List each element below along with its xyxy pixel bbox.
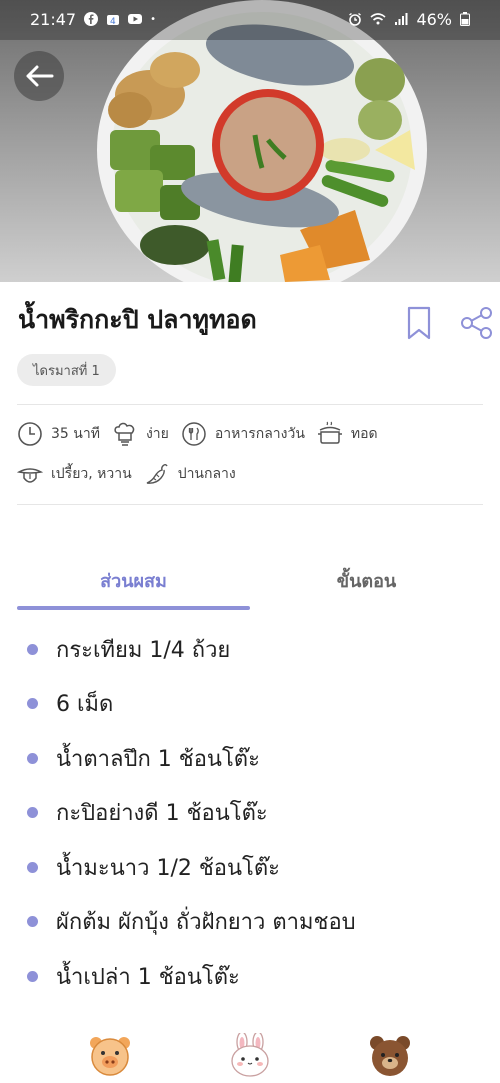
pig-face-icon[interactable] bbox=[88, 1033, 132, 1077]
meta-difficulty: ง่าย bbox=[112, 421, 169, 447]
ingredient-text: กระเทียม 1/4 ถ้วย bbox=[56, 637, 231, 663]
meta-spice-label: ปานกลาง bbox=[177, 466, 236, 482]
tag-chip[interactable]: ไดรมาสที่ 1 bbox=[17, 354, 116, 386]
meta-method-label: ทอด bbox=[350, 426, 378, 442]
battery-icon bbox=[460, 12, 470, 26]
meta-taste: เปรี้ยว, หวาน bbox=[17, 461, 132, 487]
meta-time: 35 นาที bbox=[17, 421, 100, 447]
cutlery-icon bbox=[182, 422, 206, 446]
meta-difficulty-label: ง่าย bbox=[145, 426, 169, 442]
alarm-icon bbox=[349, 12, 362, 26]
list-item: ผักต้ม ผักบุ้ง ถั่วฝักยาว ตามชอบ bbox=[0, 895, 500, 950]
meta-row-2: เปรี้ยว, หวาน ปานกลาง bbox=[17, 459, 236, 489]
list-item: กระเทียม 1/4 ถ้วย bbox=[0, 622, 500, 677]
share-icon bbox=[461, 307, 492, 339]
arrow-left-icon bbox=[26, 65, 54, 87]
pot-icon bbox=[317, 421, 342, 444]
bottom-sticker-bar bbox=[0, 1025, 500, 1083]
ingredient-text: กะปิอย่างดี 1 ช้อนโต๊ะ bbox=[56, 801, 268, 827]
chili-icon bbox=[146, 463, 168, 484]
ingredient-text: น้ำมะนาว 1/2 ช้อนโต๊ะ bbox=[56, 855, 280, 881]
tab-bar: ส่วนผสม ขั้นตอน bbox=[0, 555, 500, 611]
battery-percent: 46% bbox=[416, 9, 452, 29]
facebook-icon bbox=[84, 12, 99, 26]
bullet bbox=[27, 970, 38, 982]
bear-face-icon[interactable] bbox=[368, 1033, 412, 1077]
meta-method: ทอด bbox=[317, 421, 378, 447]
bookmark-icon bbox=[407, 306, 431, 340]
bullet bbox=[27, 752, 38, 764]
share-button[interactable] bbox=[460, 306, 494, 340]
list-item: น้ำมะนาว 1/2 ช้อนโต๊ะ bbox=[0, 840, 500, 895]
status-time: 21:47 bbox=[30, 9, 77, 29]
list-item: 6 เม็ด bbox=[0, 677, 500, 732]
ingredient-text: 6 เม็ด bbox=[56, 692, 114, 718]
notification-dot: • bbox=[150, 13, 157, 25]
bookmark-button[interactable] bbox=[404, 305, 434, 341]
meta-spice: ปานกลาง bbox=[144, 461, 236, 487]
meta-meal-label: อาหารกลางวัน bbox=[214, 426, 305, 442]
bullet bbox=[27, 807, 38, 819]
wifi-icon bbox=[370, 13, 386, 25]
ingredient-text: น้ำตาลปึก 1 ช้อนโต๊ะ bbox=[56, 746, 260, 772]
bullet bbox=[27, 643, 38, 655]
store-icon: 4 bbox=[107, 15, 120, 26]
chef-hat-icon bbox=[114, 422, 135, 446]
tab-active-indicator bbox=[17, 606, 250, 610]
youtube-icon bbox=[128, 14, 143, 24]
meta-time-label: 35 นาที bbox=[51, 426, 100, 442]
bullet bbox=[27, 698, 38, 710]
bunny-face-icon[interactable] bbox=[228, 1033, 272, 1077]
bullet bbox=[27, 861, 38, 873]
list-item: น้ำเปล่า 1 ช้อนโต๊ะ bbox=[0, 949, 500, 1004]
ingredient-list: กระเทียม 1/4 ถ้วย 6 เม็ด น้ำตาลปึก 1 ช้อ… bbox=[0, 622, 500, 1004]
recipe-hero-image bbox=[0, 0, 500, 282]
title-row: น้ำพริกกะปิ ปลาทูทอด bbox=[18, 300, 492, 341]
clock-icon bbox=[18, 422, 42, 446]
divider bbox=[17, 504, 483, 505]
tongue-icon bbox=[17, 468, 43, 483]
meta-taste-label: เปรี้ยว, หวาน bbox=[51, 466, 132, 482]
ingredient-text: ผักต้ม ผักบุ้ง ถั่วฝักยาว ตามชอบ bbox=[56, 910, 356, 936]
page-title: น้ำพริกกะปิ ปลาทูทอด bbox=[18, 305, 257, 334]
back-button[interactable] bbox=[14, 51, 64, 101]
ingredient-text: น้ำเปล่า 1 ช้อนโต๊ะ bbox=[56, 964, 240, 990]
bullet bbox=[27, 916, 38, 928]
meta-meal: อาหารกลางวัน bbox=[181, 421, 305, 447]
signal-icon bbox=[395, 13, 408, 25]
list-item: กะปิอย่างดี 1 ช้อนโต๊ะ bbox=[0, 786, 500, 841]
list-item: น้ำตาลปึก 1 ช้อนโต๊ะ bbox=[0, 731, 500, 786]
tab-ingredients[interactable]: ส่วนผสม bbox=[17, 555, 250, 605]
divider bbox=[17, 404, 483, 405]
status-bar: 21:47 4 • 46% bbox=[0, 0, 500, 38]
svg-text:4: 4 bbox=[110, 17, 116, 26]
meta-row-1: 35 นาที ง่าย อาหารกลางวัน ทอด bbox=[17, 419, 378, 449]
food-photo bbox=[0, 0, 500, 282]
tab-steps[interactable]: ขั้นตอน bbox=[250, 555, 483, 605]
